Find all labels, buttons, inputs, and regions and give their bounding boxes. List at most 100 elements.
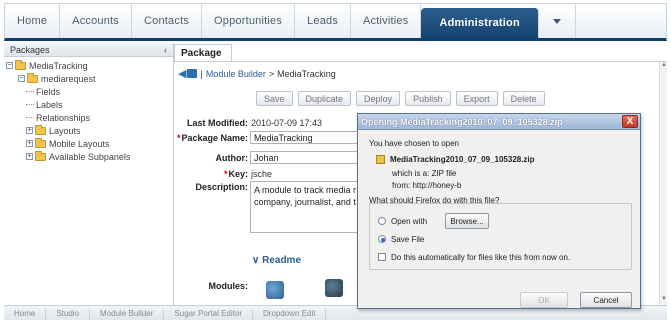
zip-file-icon [376,155,385,164]
tab-activities[interactable]: Activities [351,4,422,38]
tab-opportunities[interactable]: Opportunities [202,4,296,38]
tree-node-mediatracking[interactable]: − MediaTracking [4,59,173,72]
save-file-radio[interactable] [378,235,386,243]
tree-node-label: Relationships [36,112,91,123]
dialog-intro: You have chosen to open [369,139,460,148]
save-file-label[interactable]: Save File [391,235,424,244]
expand-icon[interactable]: + [26,153,33,160]
tab-home[interactable]: Home [5,4,61,38]
tree-node-label: Layouts [49,125,81,136]
close-icon[interactable]: X [622,115,638,128]
module-icon[interactable] [325,279,343,297]
tree-node-mediarequest[interactable]: − mediarequest [4,72,173,85]
scroll-down-icon[interactable]: ▼ [660,296,668,305]
packages-header: Packages ‹ [4,43,173,57]
delete-button[interactable]: Delete [502,91,545,106]
home-icon[interactable] [187,69,198,78]
bottom-tab-home[interactable]: Home [4,309,47,320]
tab-contacts[interactable]: Contacts [132,4,203,38]
breadcrumb-current: MediaTracking [277,68,336,79]
breadcrumb-module-builder-link[interactable]: Module Builder [206,69,266,79]
readme-toggle[interactable]: ∨ Readme [252,255,301,266]
last-modified-value: 2010-07-09 17:43 [251,118,323,128]
tab-accounts[interactable]: Accounts [60,4,133,38]
tab-administration[interactable]: Administration [421,8,539,38]
collapse-icon[interactable]: − [18,75,25,82]
tree-node-relationships[interactable]: Relationships [4,111,173,124]
top-navigation: Home Accounts Contacts Opportunities Lea… [4,3,667,41]
tree-connector [26,104,34,105]
auto-checkbox-label[interactable]: Do this automatically for files like thi… [391,253,570,262]
folder-icon [15,59,26,70]
bottom-tab-sugar-portal-editor[interactable]: Sugar Portal Editor [164,309,253,320]
package-name-label: *Package Name: [168,133,248,143]
tab-divider [174,61,667,62]
tab-leads[interactable]: Leads [295,4,352,38]
tree-node-label: mediarequest [41,73,96,84]
cancel-button[interactable]: Cancel [580,292,632,308]
tree-node-label: Mobile Layouts [49,138,110,149]
folder-icon [35,124,46,135]
tree-node-label: Available Subpanels [49,151,131,162]
open-with-label[interactable]: Open with [391,217,427,226]
dialog-filename: MediaTracking2010_07_09_105328.zip [390,155,535,164]
tree-connector [26,91,34,92]
dialog-file-type: which is a: ZIP file [392,169,457,178]
folder-icon [27,72,38,83]
auto-checkbox[interactable] [378,253,386,261]
key-label: *Key: [168,169,248,179]
packages-title: Packages [10,44,50,55]
tree-node-mobile-layouts[interactable]: + Mobile Layouts [4,137,173,150]
package-name-input[interactable]: MediaTracking [250,131,362,144]
export-button[interactable]: Export [455,91,498,106]
packages-panel: Packages ‹ − MediaTracking − mediareques… [4,43,174,305]
bottom-tab-dropdown-editor[interactable]: Dropdown Edit [253,309,327,320]
tree-node-label: Fields [36,86,61,97]
tree-node-label: MediaTracking [29,60,88,71]
add-module-icon[interactable] [266,281,284,299]
publish-button[interactable]: Publish [405,91,451,106]
vertical-scrollbar[interactable]: ▲ ▼ [659,62,667,305]
ok-button[interactable]: OK [520,292,568,308]
save-button[interactable]: Save [256,91,293,106]
author-label: Author: [215,153,249,163]
author-input[interactable]: Johan [250,151,362,164]
bottom-tab-module-builder[interactable]: Module Builder [90,309,165,320]
tree-node-fields[interactable]: Fields [4,85,173,98]
package-actions: Save Duplicate Deploy Publish Export Del… [256,91,545,106]
package-tree: − MediaTracking − mediarequest Fields La… [4,57,173,163]
browse-button[interactable]: Browse... [445,213,489,229]
tree-node-available-subpanels[interactable]: + Available Subpanels [4,150,173,163]
required-asterisk: * [176,133,181,143]
breadcrumb-arrow: > [268,68,275,79]
bottom-tab-studio[interactable]: Studio [46,309,91,320]
collapse-panel-button[interactable]: ‹ [164,45,167,55]
expand-icon[interactable]: + [26,140,33,147]
last-modified-label: Last Modified: [187,118,248,128]
dialog-file-source: from: http://honey-b [392,181,462,190]
chevron-down-icon [552,18,561,24]
key-value: jsche [251,169,273,179]
tree-node-label: Labels [36,99,63,110]
required-asterisk: * [223,169,228,179]
tree-node-layouts[interactable]: + Layouts [4,124,173,137]
dialog-title: Opening MediaTracking2010_07_09_105328.z… [358,114,640,130]
description-textarea[interactable]: A module to track media r company, journ… [250,181,362,233]
download-dialog: Opening MediaTracking2010_07_09_105328.z… [357,113,641,309]
scroll-up-icon[interactable]: ▲ [660,62,668,71]
key-label-text: Key: [228,169,248,179]
package-name-label-text: Package Name: [181,133,248,143]
folder-icon [35,137,46,148]
expand-icon[interactable]: + [26,127,33,134]
open-with-radio[interactable] [378,217,386,225]
deploy-button[interactable]: Deploy [356,91,401,106]
tree-connector [26,117,34,118]
modules-label: Modules: [208,281,249,291]
more-tabs-button[interactable] [539,4,576,38]
tab-package[interactable]: Package [174,44,232,61]
breadcrumb-separator: | [200,68,203,79]
back-arrow-icon[interactable]: ◀ [178,67,186,80]
tree-node-labels[interactable]: Labels [4,98,173,111]
duplicate-button[interactable]: Duplicate [297,91,352,106]
collapse-icon[interactable]: − [6,62,13,69]
